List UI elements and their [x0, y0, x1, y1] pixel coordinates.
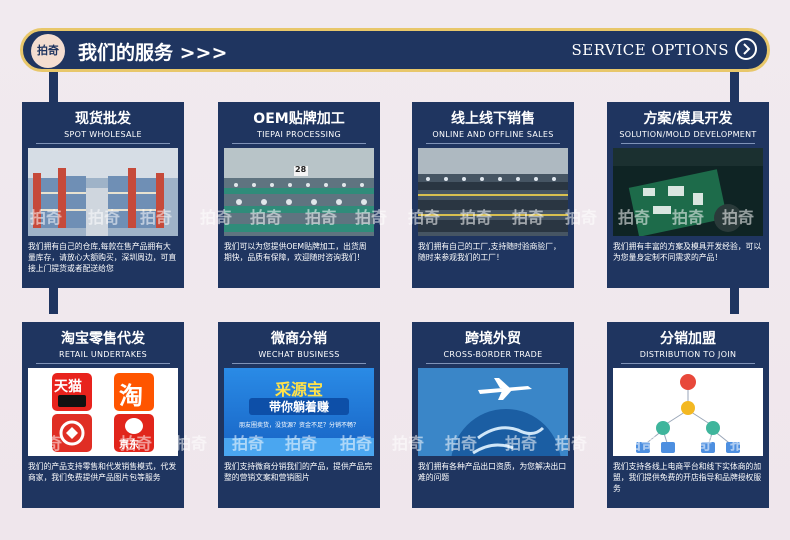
card-description: 我们拥有各种产品出口资质，为您解决出口难的问题: [418, 462, 567, 482]
card-subtitle: WECHAT BUSINESS: [258, 350, 340, 359]
watermark: 拍奇: [512, 208, 545, 227]
watermark: 拍奇: [722, 208, 755, 227]
watermark: 拍奇: [340, 434, 373, 453]
card-description: 我们可以为您提供OEM贴牌加工，出货周期快，品质有保障，欢迎随时咨询我们！: [224, 242, 367, 262]
card-retail-undertakes[interactable]: 淘宝零售代发 RETAIL UNDERTAKES 天猫 淘 京东 我们的产品支持…: [22, 322, 184, 508]
card-title: OEM贴牌加工: [253, 111, 345, 127]
watermark: 拍奇: [460, 208, 493, 227]
taobao-logo: 淘: [114, 373, 154, 411]
left-rail-lower: [49, 288, 58, 314]
watermark: 拍奇: [730, 434, 763, 453]
watermark: 拍奇: [232, 434, 265, 453]
watermark: 拍奇: [285, 434, 318, 453]
right-rail: [730, 72, 739, 102]
watermark: 拍奇: [408, 208, 441, 227]
card-description: 我们支持微商分销我们的产品，提供产品完整的营销文案和营销图片: [224, 462, 373, 482]
watermark: 拍奇: [120, 434, 153, 453]
card-title: 现货批发: [75, 111, 131, 127]
card-cross-border[interactable]: 跨境外贸 CROSS-BORDER TRADE 我们拥有各种产品出口资质，为您解…: [412, 322, 574, 508]
watermark: 拍奇: [140, 208, 173, 227]
watermark: 拍奇: [625, 434, 658, 453]
card-title: 跨境外贸: [465, 331, 521, 347]
arrow-right-button[interactable]: [735, 38, 757, 60]
card-description: 我们拥有丰富的方案及模具开发经验，可以为您量身定制不同需求的产品！: [613, 242, 762, 262]
right-rail-lower: [730, 288, 739, 314]
watermark: 拍奇: [250, 208, 283, 227]
card-title: 分销加盟: [660, 331, 716, 347]
watermark: 拍奇: [618, 208, 651, 227]
watermark: 拍奇: [305, 208, 338, 227]
card-distribution-join[interactable]: 分销加盟 DISTRIBUTION TO JOIN 我们支持各线上电商平台和线下…: [607, 322, 769, 508]
card-subtitle: DISTRIBUTION TO JOIN: [639, 350, 737, 359]
watermark: 拍奇: [555, 434, 588, 453]
tmall-logo: 天猫: [52, 373, 92, 411]
watermark: 拍奇: [200, 208, 233, 227]
card-description: 我们支持各线上电商平台和线下实体商的加盟，我们提供免费的开店指导和品牌授权服务: [613, 462, 762, 493]
card-title: 淘宝零售代发: [61, 331, 145, 347]
banner-line1: 采源宝: [274, 380, 323, 399]
card-subtitle: RETAIL UNDERTAKES: [59, 350, 147, 359]
card-description: 我们拥有自己的工厂,支持随时验商验厂，随时来参观我们的工厂！: [418, 242, 561, 262]
watermark: 拍奇: [30, 208, 63, 227]
watermark: 拍奇: [355, 208, 388, 227]
workshop-image: [418, 148, 568, 236]
header-bar: 拍奇 我们的服务 >>> SERVICE OPTIONS: [20, 28, 770, 72]
card-description: 我们拥有自己的仓库,每款在售产品拥有大量库存，请放心大额购买，深圳周边，可直接上…: [28, 242, 177, 273]
card-subtitle: SPOT WHOLESALE: [64, 130, 142, 139]
left-rail: [49, 72, 58, 102]
factory-floor-image: 28: [224, 148, 374, 236]
watermark: 拍奇: [680, 434, 713, 453]
service-options-label: SERVICE OPTIONS: [571, 41, 729, 59]
watermark: 拍奇: [445, 434, 478, 453]
chevron-right-icon: [743, 43, 751, 55]
card-subtitle: SOLUTION/MOLD DEVELOPMENT: [619, 130, 757, 139]
card-subtitle: TIEPAI PROCESSING: [256, 130, 342, 139]
card-subtitle: CROSS-BORDER TRADE: [443, 350, 543, 359]
globe-plane-image: [418, 368, 568, 456]
card-online-offline[interactable]: 线上线下销售 ONLINE AND OFFLINE SALES 我们拥有自己的工…: [412, 102, 574, 288]
card-title: 微商分销: [271, 331, 327, 347]
card-title: 线上线下销售: [451, 111, 535, 127]
card-oem-processing[interactable]: OEM贴牌加工 TIEPAI PROCESSING 28 我们可以为您提供OEM…: [218, 102, 380, 288]
card-spot-wholesale[interactable]: 现货批发 SPOT WHOLESALE 我们拥有自己的仓库,每款在售产品拥有大量…: [22, 102, 184, 288]
watermark: 拍奇: [565, 208, 598, 227]
card-title: 方案/模具开发: [643, 111, 733, 127]
watermark: 拍奇: [30, 434, 63, 453]
banner-line3: 朋友圈卖货，没货源？资金不足？分销不畅？: [238, 422, 359, 429]
watermark: 拍奇: [392, 434, 425, 453]
card-subtitle: ONLINE AND OFFLINE SALES: [432, 130, 554, 139]
brand-logo: 拍奇: [31, 34, 65, 68]
banner-line2: 带你躺着赚: [249, 398, 349, 415]
watermark: 拍奇: [175, 434, 208, 453]
page-title: 我们的服务 >>>: [78, 42, 228, 64]
watermark: 拍奇: [88, 208, 121, 227]
card-description: 我们的产品支持零售和代发销售模式，代发商家，我们免费提供产品图片包等服务: [28, 462, 177, 482]
card-solution-mold[interactable]: 方案/模具开发 SOLUTION/MOLD DEVELOPMENT 我们拥有丰富…: [607, 102, 769, 288]
watermark: 拍奇: [672, 208, 705, 227]
card-wechat-business[interactable]: 微商分销 WECHAT BUSINESS 采源宝 带你躺着赚 朋友圈卖货，没货源…: [218, 322, 380, 508]
watermark: 拍奇: [505, 434, 538, 453]
station-number: 28: [295, 165, 307, 174]
